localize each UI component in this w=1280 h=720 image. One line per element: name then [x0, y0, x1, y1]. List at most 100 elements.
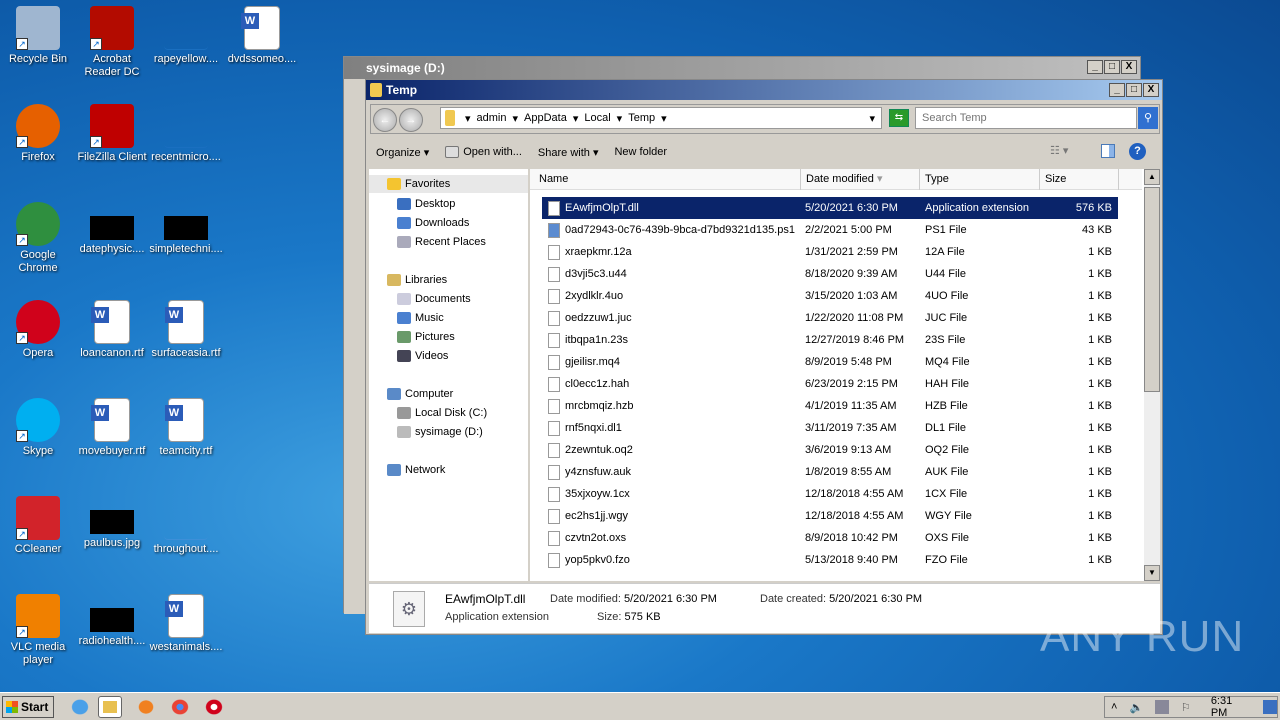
open-with-button[interactable]: Open with...: [445, 146, 522, 159]
close-button[interactable]: X: [1121, 60, 1137, 74]
nav-downloads[interactable]: Downloads: [397, 217, 469, 230]
address-bar[interactable]: ▾ admin ▾ AppData ▾ Local ▾ Temp ▾ ▾: [440, 107, 882, 129]
opera-icon[interactable]: [202, 696, 226, 718]
column-header-type[interactable]: Type: [920, 169, 1040, 190]
desktop-icon-skype[interactable]: ↗ Skype: [0, 398, 76, 458]
forward-button[interactable]: →: [399, 108, 423, 132]
nav-local-disk[interactable]: Local Disk (C:): [397, 407, 487, 420]
nav-desktop[interactable]: Desktop: [397, 198, 455, 211]
minimize-button[interactable]: _: [1109, 83, 1125, 97]
desktop-icon-firefox[interactable]: ↗ Firefox: [0, 104, 76, 164]
desktop-icon-filezilla-client[interactable]: ↗ FileZilla Client: [74, 104, 150, 164]
file-row[interactable]: EAwfjmOlpT.dll 5/20/2021 6:30 PM Applicati…: [542, 197, 1118, 219]
desktop-icon-label: dvdssomeo....: [227, 53, 297, 65]
title-bar[interactable]: Temp: [366, 80, 1162, 100]
file-row[interactable]: cl0ecc1z.hah 6/23/2019 2:15 PM HAH File 1 K…: [542, 373, 1118, 395]
minimize-button[interactable]: _: [1087, 60, 1103, 74]
window-temp[interactable]: Temp _ □ X ← → ▾ admin ▾ AppData ▾ Local ▾ Te…: [365, 79, 1163, 635]
explorer-taskbar-button[interactable]: [98, 696, 122, 718]
title-bar[interactable]: sysimage (D:): [344, 57, 1140, 79]
close-button[interactable]: X: [1143, 83, 1159, 97]
column-header-size[interactable]: Size: [1040, 169, 1119, 190]
file-row[interactable]: xraepkmr.12a 1/31/2021 2:59 PM 12A File 1 K…: [542, 241, 1118, 263]
nav-recent-places[interactable]: Recent Places: [397, 236, 486, 249]
desktop-icon-acrobat-reader-dc[interactable]: ↗ Acrobat Reader DC: [74, 6, 150, 79]
maximize-button[interactable]: □: [1104, 60, 1120, 74]
desktop-icon-recycle-bin[interactable]: ↗ Recycle Bin: [0, 6, 76, 66]
back-button[interactable]: ←: [373, 108, 397, 132]
desktop-icon-westanimals[interactable]: Wwestanimals....: [148, 594, 224, 654]
file-row[interactable]: yop5pkv0.fzo 5/13/2018 9:40 PM FZO File 1 K…: [542, 549, 1118, 571]
organize-button[interactable]: Organize ▾: [376, 146, 429, 159]
file-row[interactable]: oedzzuw1.juc 1/22/2020 11:08 PM JUC File 1 …: [542, 307, 1118, 329]
volume-icon[interactable]: 🔈: [1129, 701, 1143, 714]
action-center-flag-icon[interactable]: ⚐: [1181, 701, 1191, 714]
maximize-button[interactable]: □: [1126, 83, 1142, 97]
desktop-icon-paulbus-jpg[interactable]: paulbus.jpg: [74, 496, 150, 550]
search-input[interactable]: [915, 107, 1137, 129]
start-button[interactable]: Start: [2, 696, 54, 718]
nav-libraries[interactable]: Libraries: [387, 274, 447, 287]
internet-explorer-icon[interactable]: [68, 696, 92, 718]
desktop-icon-rapeyellow[interactable]: rapeyellow....: [148, 6, 224, 66]
nav-pictures[interactable]: Pictures: [397, 331, 455, 344]
desktop-icon-radiohealth[interactable]: radiohealth....: [74, 594, 150, 648]
nav-network[interactable]: Network: [387, 464, 445, 477]
file-row[interactable]: czvtn2ot.oxs 8/9/2018 10:42 PM OXS File 1 K…: [542, 527, 1118, 549]
desktop-icon-dvdssomeo[interactable]: Wdvdssomeo....: [224, 6, 300, 66]
clock[interactable]: 6:31 PM: [1211, 695, 1251, 719]
file-row[interactable]: y4znsfuw.auk 1/8/2019 8:55 AM AUK File 1 KB: [542, 461, 1118, 483]
desktop-icon-simpletechni[interactable]: simpletechni....: [148, 202, 224, 256]
network-warning-icon[interactable]: [1155, 700, 1169, 714]
desktop-icon-throughout[interactable]: throughout....: [148, 496, 224, 556]
nav-music[interactable]: Music: [397, 312, 444, 325]
column-header-date[interactable]: Date modified ▾: [801, 169, 920, 190]
file-row[interactable]: 2xydlklr.4uo 3/15/2020 1:03 AM 4UO File 1 K…: [542, 285, 1118, 307]
address-dropdown[interactable]: ▾: [869, 112, 875, 125]
preview-pane-icon[interactable]: [1101, 144, 1115, 158]
desktop-icon-ccleaner[interactable]: ↗ CCleaner: [0, 496, 76, 556]
file-row[interactable]: d3vji5c3.u44 8/18/2020 9:39 AM U44 File 1 K…: [542, 263, 1118, 285]
nav-documents[interactable]: Documents: [397, 293, 471, 306]
desktop-icon-recentmicro[interactable]: recentmicro....: [148, 104, 224, 164]
breadcrumb-temp[interactable]: Temp: [628, 112, 655, 124]
vertical-scrollbar[interactable]: ▲ ▼: [1144, 169, 1160, 581]
file-row[interactable]: itbqpa1n.23s 12/27/2019 8:46 PM 23S File 1 …: [542, 329, 1118, 351]
search-icon[interactable]: ⚲: [1138, 107, 1158, 129]
file-row[interactable]: rnf5nqxi.dl1 3/11/2019 7:35 AM DL1 File 1 K…: [542, 417, 1118, 439]
desktop-icon-movebuyer-rtf[interactable]: Wmovebuyer.rtf: [74, 398, 150, 458]
new-folder-button[interactable]: New folder: [614, 146, 667, 158]
desktop-icon-google-chrome[interactable]: ↗ Google Chrome: [0, 202, 76, 275]
file-list[interactable]: Name Date modified ▾ Type Size EAwfjmOlp…: [530, 169, 1160, 581]
file-row[interactable]: 2zewntuk.oq2 3/6/2019 9:13 AM OQ2 File 1 KB: [542, 439, 1118, 461]
nav-favorites[interactable]: Favorites: [369, 175, 528, 193]
file-size: 1 KB: [1088, 334, 1112, 346]
file-row[interactable]: ec2hs1jj.wgy 12/18/2018 4:55 AM WGY File 1 …: [542, 505, 1118, 527]
file-row[interactable]: gjeilisr.mq4 8/9/2019 5:48 PM MQ4 File 1 KB: [542, 351, 1118, 373]
breadcrumb-local[interactable]: Local: [584, 112, 610, 124]
scrollbar-thumb[interactable]: [1144, 187, 1160, 392]
column-header-name[interactable]: Name: [534, 169, 801, 190]
chrome-icon[interactable]: [168, 696, 192, 718]
desktop-icon-datephysic[interactable]: datephysic....: [74, 202, 150, 256]
refresh-button[interactable]: ⇆: [889, 109, 909, 127]
help-icon[interactable]: ?: [1129, 143, 1146, 160]
desktop-icon-vlc-media-player[interactable]: ↗ VLC media player: [0, 594, 76, 667]
nav-sysimage[interactable]: sysimage (D:): [397, 426, 483, 439]
nav-videos[interactable]: Videos: [397, 350, 448, 363]
file-row[interactable]: mrcbmqiz.hzb 4/1/2019 11:35 AM HZB File 1 K…: [542, 395, 1118, 417]
show-desktop-button[interactable]: [1263, 700, 1277, 714]
nav-computer[interactable]: Computer: [387, 388, 453, 401]
breadcrumb-appdata[interactable]: AppData: [524, 112, 567, 124]
desktop-icon-loancanon-rtf[interactable]: Wloancanon.rtf: [74, 300, 150, 360]
file-row[interactable]: 35xjxoyw.1cx 12/18/2018 4:55 AM 1CX File 1 …: [542, 483, 1118, 505]
desktop-icon-opera[interactable]: ↗ Opera: [0, 300, 76, 360]
file-row[interactable]: 0ad72943-0c76-439b-9bca-d7bd9321d135.ps1…: [542, 219, 1118, 241]
desktop-icon-surfaceasia-rtf[interactable]: Wsurfaceasia.rtf: [148, 300, 224, 360]
media-player-icon[interactable]: [134, 696, 158, 718]
desktop-icon-teamcity-rtf[interactable]: Wteamcity.rtf: [148, 398, 224, 458]
view-options-icon[interactable]: ☷ ▾: [1050, 144, 1068, 157]
share-with-button[interactable]: Share with ▾: [538, 146, 599, 159]
show-hidden-icons-icon[interactable]: ˄: [1111, 701, 1117, 713]
breadcrumb-admin[interactable]: admin: [477, 112, 507, 124]
